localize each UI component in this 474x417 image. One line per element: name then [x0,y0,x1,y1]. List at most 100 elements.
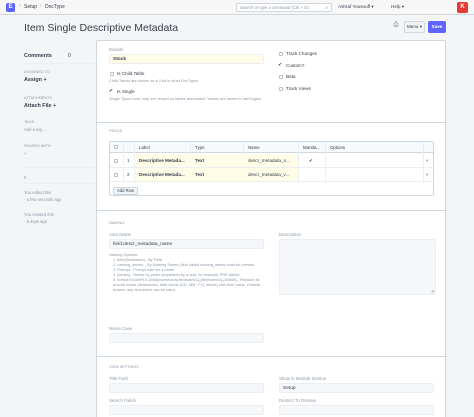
sidebar-comments[interactable]: Comments 0 [24,53,94,59]
caret-down-icon: ▾ [401,4,405,9]
user-name: Ashraf Yousouff [338,4,371,9]
table-row[interactable]: 2 Descriptive Metada... Text descr_metad… [110,168,433,182]
title-field-input[interactable] [109,383,264,393]
module-field[interactable]: Stock [109,54,264,64]
search-fields-input[interactable] [109,405,264,415]
beta-checkbox[interactable] [279,75,283,79]
activity-action: created this [32,212,54,217]
activity-action: edited this [32,190,52,195]
fields-grid: Label Type Name Manda... Options 1 Descr… [109,141,434,196]
search-icon: ⌕ [325,5,328,11]
row-checkbox[interactable] [114,159,118,163]
resize-handle-icon[interactable]: ◢ [431,288,434,293]
restrict-to-domain-label: Restrict To Domain [279,398,317,403]
is-child-table-checkbox[interactable] [110,72,114,76]
help-menu[interactable]: Help ▾ [391,4,404,10]
row-label[interactable]: Descriptive Metada... [139,154,185,168]
caret-down-icon: ▾ [371,4,374,9]
assign-link[interactable]: Assign + [24,77,94,83]
track-changes-checkbox[interactable] [279,52,283,56]
grid-column-header: Label [139,145,150,150]
row-name[interactable]: descr_metadata_v... [248,168,289,182]
track-views-label: Track Views [286,86,311,91]
app-logo[interactable]: E [6,3,15,12]
beta-label: Beta [286,74,296,79]
search-fields-label: Search Fields [109,398,136,403]
page-title: Item Single Descriptive Metadata [24,22,179,34]
section-divider [97,356,447,357]
section-divider [97,122,447,123]
row-type[interactable]: Text [195,154,204,168]
naming-option: 5. format:EXAMPLE-{MM}morewords{fieldnam… [113,277,261,292]
activity-user[interactable]: You [24,190,31,195]
is-child-table-help: Child Tables are shown as a Grid in othe… [109,78,199,83]
autoname-field[interactable]: field:descr_metadata_name [109,239,264,249]
divider [24,63,94,64]
print-icon[interactable]: ⎙ [391,22,401,32]
show-in-module-select[interactable]: Setup [279,383,434,393]
activity-user[interactable]: You [24,212,31,217]
plus-icon: + [53,103,57,109]
breadcrumb-chevron-icon: › [19,3,21,9]
add-row-button[interactable]: Add Row [113,187,138,195]
followers-count: 0 [24,175,27,180]
attachments-label: Attachments [24,96,52,100]
row-mandatory[interactable]: ✔ [309,154,313,168]
sidebar-attachments: Attachments Attach File + [24,96,94,109]
is-child-table-label: Is Child Table [117,71,145,76]
row-name[interactable]: descr_metadata_n... [248,154,290,168]
row-checkbox[interactable] [114,173,118,177]
divider [24,167,94,168]
name-case-label: Name Case [109,326,133,331]
add-share-icon[interactable]: + [24,151,94,156]
row-type[interactable]: Text [195,168,204,182]
form-layout: Module Stock Is Child Table Child Tables… [96,40,447,417]
name-case-select[interactable] [109,333,264,343]
row-expand-icon[interactable]: ▾ [426,168,428,182]
menu-button[interactable]: Menu ▾ [404,21,425,33]
assigned-to-label: Assigned To [24,70,50,74]
activity-time: a few seconds ago [26,197,62,202]
save-button[interactable]: Save [428,21,446,33]
help-label: Help [391,4,401,9]
table-row[interactable]: 1 Descriptive Metada... Text descr_metad… [110,154,433,168]
select-all-checkbox[interactable] [114,145,118,149]
description-label: Description [279,232,301,237]
add-tag-link[interactable]: Add a tag ... [24,127,94,132]
breadcrumb-setup[interactable]: Setup [24,4,37,10]
activity-item: You edited this · a few seconds ago [24,190,62,202]
sidebar-assigned: Assigned To Assign + [24,70,94,83]
checkmark-icon[interactable]: ✔ [109,88,113,94]
awesome-bar-search-input[interactable]: Search or type a command (Ctrl + G) ⌕ [236,3,332,12]
restrict-to-domain-select[interactable] [279,405,434,415]
grid-column-header: Options [330,145,346,150]
shared-with-label: Shared With [24,144,51,148]
plus-icon: + [43,77,47,83]
sidebar-tags: Tags Add a tag ... [24,120,94,132]
tags-label: Tags [24,120,35,124]
naming-options-help: Naming Options: 1. field:[fieldname] - B… [109,252,271,292]
description-textarea[interactable]: ◢ [279,239,436,295]
view-settings-heading: View Settings [109,365,139,369]
sidebar-followers: 0 [24,175,94,180]
assign-text: Assign [24,77,42,83]
show-in-module-label: Show in Module Section [279,376,327,381]
track-views-checkbox[interactable] [279,87,283,91]
fields-section-heading: Fields [109,129,123,133]
row-expand-icon[interactable]: ▾ [426,154,428,168]
breadcrumb-chevron-icon: › [40,3,42,9]
naming-section-heading: Naming [109,221,125,225]
attach-file-text: Attach File [24,103,52,109]
checkmark-icon[interactable]: ✔ [278,62,282,68]
section-divider [97,210,447,211]
caret-down-icon: ▾ [419,24,423,29]
user-menu[interactable]: Ashraf Yousouff ▾ [338,4,374,10]
avatar[interactable]: K [457,2,468,13]
row-label[interactable]: Descriptive Metada... [139,168,185,182]
breadcrumb-doctype[interactable]: DocType [45,4,65,10]
is-single-label: Is Single [117,89,135,94]
attach-file-link[interactable]: Attach File + [24,103,94,109]
grid-column-header: Name [248,145,260,150]
is-single-help: Single Types have only one record no tab… [109,96,261,101]
navbar: E › Setup › DocType Search or type a com… [0,0,474,15]
